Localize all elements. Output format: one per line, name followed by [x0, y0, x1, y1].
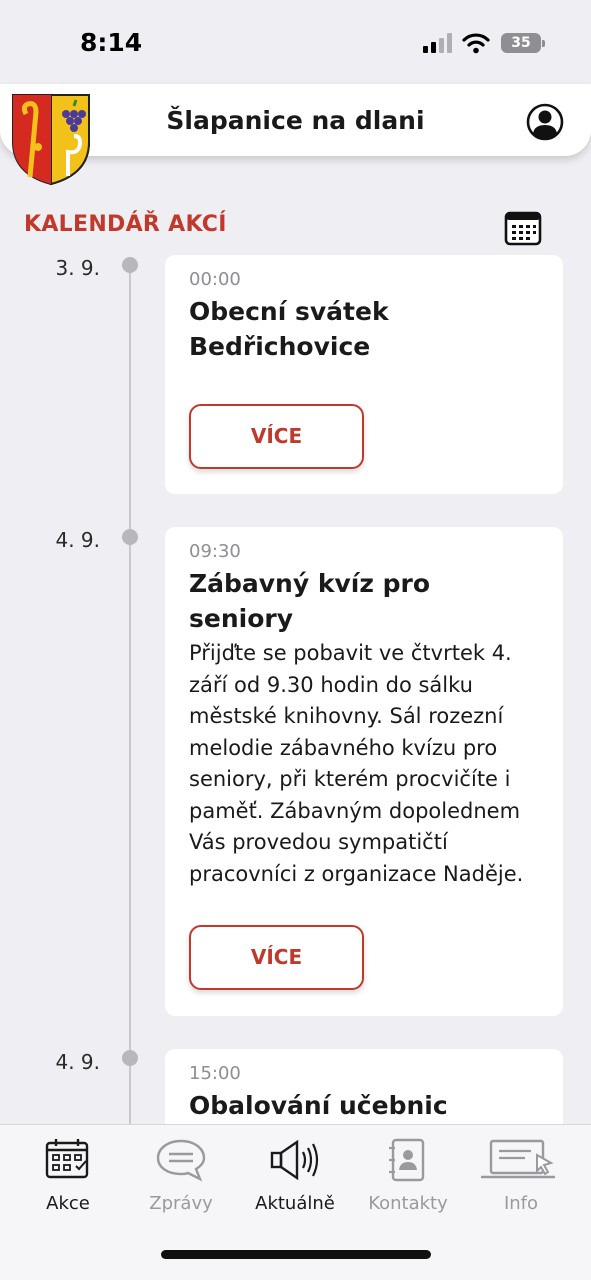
tab-label: Aktuálně	[255, 1193, 335, 1214]
tab-info[interactable]: Info	[462, 1137, 580, 1214]
status-time: 8:14	[80, 28, 143, 57]
cellular-signal-icon	[423, 33, 452, 53]
tab-label: Kontakty	[368, 1193, 448, 1214]
tab-akce[interactable]: Akce	[9, 1137, 127, 1214]
timeline-dot	[122, 1050, 138, 1066]
tab-kontakty[interactable]: Kontakty	[349, 1137, 467, 1214]
event-time: 09:30	[189, 541, 241, 562]
section-title: KALENDÁŘ AKCÍ	[24, 212, 227, 237]
timeline-dot	[122, 257, 138, 273]
event-time: 15:00	[189, 1063, 241, 1084]
calendar-grid-icon	[45, 1139, 89, 1179]
event-title: Obalování učebnic	[189, 1091, 448, 1120]
event-date: 4. 9.	[55, 1050, 100, 1074]
home-indicator	[161, 1250, 431, 1259]
calendar-icon[interactable]	[504, 210, 542, 246]
contact-book-icon	[389, 1138, 425, 1182]
megaphone-icon	[270, 1139, 319, 1181]
event-card[interactable]: 09:30 Zábavný kvíz pro seniory Přijďte s…	[165, 527, 563, 1016]
status-bar: 8:14 35	[0, 0, 591, 84]
chat-bubble-icon	[156, 1139, 206, 1182]
tab-label: Info	[503, 1193, 539, 1214]
profile-icon[interactable]	[526, 103, 564, 141]
event-time: 00:00	[189, 269, 241, 290]
event-title: Zábavný kvíz pro seniory	[189, 569, 431, 633]
tab-aktualne[interactable]: Aktuálně	[236, 1137, 354, 1214]
wifi-icon	[462, 33, 490, 54]
event-date: 3. 9.	[55, 256, 100, 280]
event-card[interactable]: 00:00 Obecní svátek Bedřichovice VÍCE	[165, 255, 563, 494]
more-button[interactable]: VÍCE	[189, 925, 364, 990]
event-date: 4. 9.	[55, 528, 100, 552]
tab-label: Akce	[46, 1193, 90, 1214]
timeline-line	[129, 262, 131, 1132]
tab-zpravy[interactable]: Zprávy	[122, 1137, 240, 1214]
event-description: Přijďte se pobavit ve čtvrtek 4. září od…	[189, 641, 524, 886]
tab-label: Zprávy	[149, 1193, 213, 1214]
laptop-cursor-icon	[481, 1139, 555, 1179]
more-button[interactable]: VÍCE	[189, 404, 364, 469]
battery-indicator: 35	[501, 33, 541, 53]
timeline-dot	[122, 529, 138, 545]
battery-nub	[542, 40, 545, 47]
event-title: Obecní svátek Bedřichovice	[189, 297, 389, 361]
municipal-coat-of-arms-logo[interactable]	[10, 92, 92, 186]
